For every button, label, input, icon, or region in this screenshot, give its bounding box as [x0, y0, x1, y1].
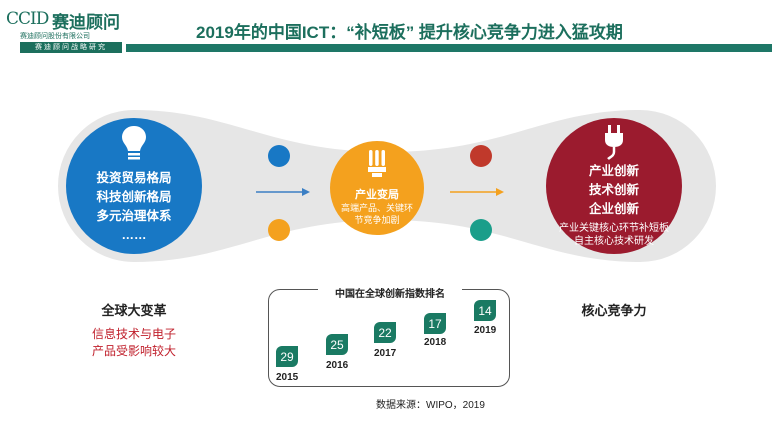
core-competitiveness-circle: 产业创新 技术创新 企业创新 产业关键核心环节补短板 自主核心技术研发 — [546, 118, 682, 254]
global-change-lines: 投资贸易格局 科技创新格局 多元治理体系 …… — [96, 169, 171, 245]
ranking-title: 中国在全球创新指数排名 — [318, 285, 462, 300]
rank-year-2016: 2016 — [326, 360, 349, 371]
teal-dot — [470, 219, 492, 241]
global-change-sublabel: 信息技术与电子 产品受影响较大 — [80, 326, 188, 360]
sublabel-line: 信息技术与电子 — [91, 327, 176, 341]
core-small-lines: 产业关键核心环节补短板 自主核心技术研发 — [559, 222, 669, 248]
rank-year-2015: 2015 — [276, 372, 299, 383]
logo-bar: 赛迪顾问战略研究 — [20, 42, 122, 53]
rank-year-2018: 2018 — [424, 337, 447, 348]
core-lines: 产业创新 技术创新 企业创新 — [589, 162, 639, 219]
rank-badge-2018: 17 — [424, 313, 446, 334]
rank-year-2019: 2019 — [474, 325, 497, 336]
industry-change-title: 产业变局 — [355, 189, 399, 201]
red-dot — [470, 145, 492, 167]
arrow-right-icon — [450, 188, 504, 196]
left-line: 投资贸易格局 — [96, 171, 172, 185]
page-title: 2019年的中国ICT：“补短板” 提升核心竞争力进入猛攻期 — [196, 23, 623, 42]
core-competitiveness-label: 核心竞争力 — [581, 303, 647, 318]
rank-year-2017: 2017 — [374, 348, 397, 359]
right-small-line: 产业关键核心环节补短板 — [559, 223, 669, 234]
rank-badge-2017: 22 — [374, 322, 396, 343]
rank-badge-2016: 25 — [326, 334, 348, 355]
orange-dot — [268, 219, 290, 241]
rank-badge-2015: 29 — [276, 346, 298, 367]
right-line: 技术创新 — [588, 183, 639, 197]
industry-change-circle: 产业变局 高端产品、关键环 节竞争加剧 — [330, 141, 424, 235]
global-change-circle: 投资贸易格局 科技创新格局 多元治理体系 …… — [66, 118, 202, 254]
industry-change-sub: 高端产品、关键环 — [340, 203, 413, 213]
left-line: 多元治理体系 — [96, 209, 172, 223]
sublabel-line: 产品受影响较大 — [91, 344, 176, 358]
industry-change-sub: 节竞争加剧 — [354, 215, 400, 225]
arrow-right-icon — [256, 188, 310, 196]
cfl-bulb-icon — [368, 150, 386, 177]
logo-chinese: 赛迪顾问 — [52, 13, 120, 33]
title-divider — [126, 44, 772, 52]
left-line: …… — [121, 228, 147, 242]
lightbulb-icon — [122, 126, 146, 160]
blue-dot — [268, 145, 290, 167]
global-change-label: 全球大变革 — [101, 303, 167, 318]
right-line: 产业创新 — [588, 164, 639, 178]
logo-latin: CCID — [6, 9, 49, 29]
left-line: 科技创新格局 — [96, 190, 172, 204]
right-line: 企业创新 — [588, 202, 639, 216]
right-small-line: 自主核心技术研发 — [574, 236, 654, 247]
rank-badge-2019: 14 — [474, 300, 496, 321]
data-source: 数据来源：WIPO，2019 — [376, 400, 485, 411]
logo-subtitle: 赛迪顾问股份有限公司 — [20, 33, 90, 40]
power-plug-icon — [605, 125, 623, 160]
